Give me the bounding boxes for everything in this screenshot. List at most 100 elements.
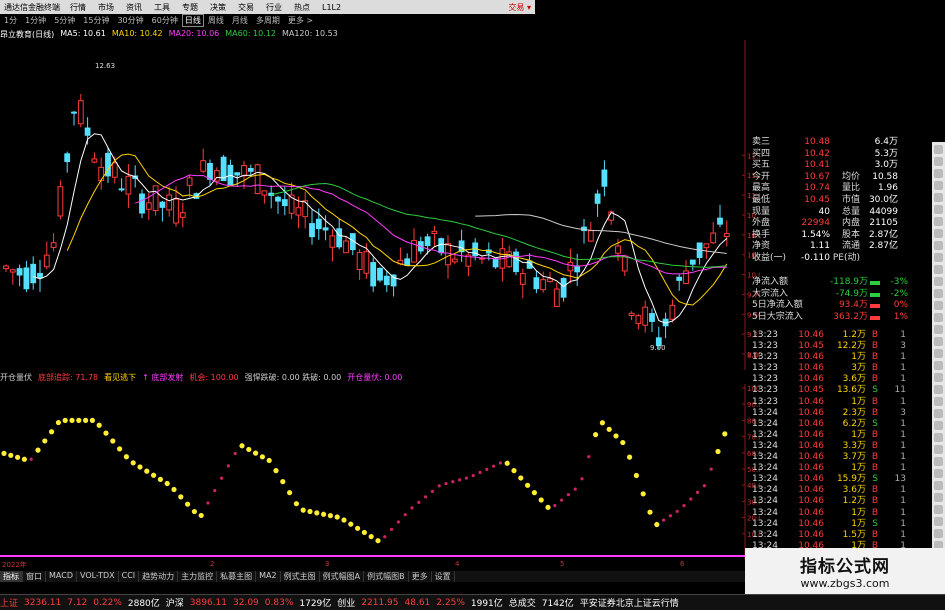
chuangye-label[interactable]: 创业 [337,596,355,609]
quote-row: 最低 10.45 市值 30.0亿 [752,195,932,207]
tab-4[interactable]: VOL-TDX [77,571,119,582]
sidebar-tool-icon[interactable] [934,277,943,286]
menu-item-1[interactable]: 行情 [64,2,92,13]
quote-value: 10.45 [804,194,830,205]
shanghai-label[interactable]: 上证 [0,596,18,609]
period-11[interactable]: 更多 > [284,15,317,26]
period-4[interactable]: 15分钟 [79,15,113,26]
sidebar-tool-icon[interactable] [934,169,943,178]
tab-10[interactable]: 例式主图 [281,571,320,582]
indicator-dot [566,492,571,497]
period-7[interactable]: 日线 [181,14,204,27]
menu-item-9[interactable]: 热点 [288,2,316,13]
period-8[interactable]: 周线 [204,15,228,26]
tab-9[interactable]: MA2 [256,571,281,582]
sidebar-tool-icon[interactable] [934,253,943,262]
sidebar-tool-icon[interactable] [934,421,943,430]
sidebar-tool-icon[interactable] [934,529,943,538]
indicator-tabs: 指标 窗口 MACD VOL-TDX CCI 趋势动力 主力监控 私募主图 MA2 例式主图 例式幅… [0,571,745,582]
sidebar-tool-icon[interactable] [934,217,943,226]
trade-count: 13 [894,474,906,485]
indicator-dot [410,506,414,510]
sidebar-tool-icon[interactable] [934,505,943,514]
trade-time: 13:24 [752,463,778,474]
tab-1[interactable]: 指标 [0,571,23,582]
indicator-dot [424,495,428,499]
sidebar-tool-icon[interactable] [934,265,943,274]
menu-item-3[interactable]: 资讯 [120,2,148,13]
tick-trades-panel[interactable]: 13:23 10.46 1.2万 B 1 13:23 10.45 12.2万 B 3 13:23 10… [752,330,930,552]
trade-side: B [871,396,878,407]
candle [513,248,519,276]
period-5[interactable]: 30分钟 [113,15,147,26]
tab-5[interactable]: CCI [119,571,140,582]
tab-14[interactable]: 设置 [432,571,455,582]
sidebar-tool-icon[interactable] [934,397,943,406]
sidebar-tool-icon[interactable] [934,241,943,250]
indicator-dot [451,480,455,484]
sidebar-tool-icon[interactable] [934,409,943,418]
x-label-2: 2 [210,560,215,568]
indicator-dot [327,513,333,519]
tab-8[interactable]: 私募主图 [217,571,257,582]
sidebar-tool-icon[interactable] [934,301,943,310]
trade-time: 13:24 [752,452,778,463]
indicator-dot [437,484,441,488]
period-10[interactable]: 多周期 [252,15,284,26]
tab-11[interactable]: 例式幅图A [320,571,365,582]
tab-3[interactable]: MACD [46,571,77,582]
sidebar-tool-icon[interactable] [934,181,943,190]
flow-bar [870,281,880,285]
indicator-dot [633,472,640,479]
indicator-dot [226,464,230,468]
tab-6[interactable]: 趋势动力 [139,571,179,582]
sidebar-tool-icon[interactable] [934,361,943,370]
sidebar-tool-icon[interactable] [934,193,943,202]
menu-item-7[interactable]: 交易 [232,2,260,13]
sidebar-tool-icon[interactable] [934,373,943,382]
indicator-chart[interactable]: 100.090.0080.0070.0060.0050.0040.0030.00… [0,384,760,560]
menu-item-2[interactable]: 市场 [92,2,120,13]
sidebar-tool-icon[interactable] [934,325,943,334]
sidebar-tool-icon[interactable] [934,481,943,490]
tab-12[interactable]: 例式幅图B [364,571,409,582]
sidebar-tool-icon[interactable] [934,205,943,214]
sidebar-tool-icon[interactable] [934,445,943,454]
sidebar-tool-icon[interactable] [934,457,943,466]
shenzhen-label[interactable]: 沪深 [166,596,184,609]
shanghai-change: 7.12 [67,597,88,608]
period-3[interactable]: 5分钟 [50,15,79,26]
sidebar-tool-icon[interactable] [934,157,943,166]
period-9[interactable]: 月线 [228,15,252,26]
menu-item-10[interactable]: L1L2 [316,3,347,12]
quote-row: 买四 10.42 5.3万 [752,149,932,161]
trade-button[interactable]: 交易 ▾ [508,2,535,13]
menu-item-8[interactable]: 行业 [260,2,288,13]
trade-count: 1 [900,518,906,529]
period-1[interactable]: 1分 [0,15,21,26]
menu-item-4[interactable]: 工具 [148,2,176,13]
period-6[interactable]: 60分钟 [148,15,182,26]
tab-2[interactable]: 窗口 [23,571,46,582]
sidebar-tool-icon[interactable] [934,493,943,502]
sidebar-tool-icon[interactable] [934,433,943,442]
quote-value: 22994 [801,218,830,229]
candlestick-chart[interactable]: 11.5011.2511.0010.7510.5010.2510.009.759… [0,40,760,370]
trade-count: 1 [900,352,906,363]
sidebar-tool-icon[interactable] [934,145,943,154]
menu-item-6[interactable]: 决策 [204,2,232,13]
trade-volume: 1万 [851,507,866,518]
sidebar-tool-icon[interactable] [934,469,943,478]
sidebar-tool-icon[interactable] [934,229,943,238]
sidebar-tool-icon[interactable] [934,337,943,346]
tab-13[interactable]: 更多 [409,571,432,582]
sidebar-tool-icon[interactable] [934,385,943,394]
sidebar-tool-icon[interactable] [934,349,943,358]
period-2[interactable]: 1分钟 [21,15,50,26]
sidebar-tool-icon[interactable] [934,313,943,322]
sidebar-tool-icon[interactable] [934,289,943,298]
sidebar-tool-icon[interactable] [934,517,943,526]
indicator-dot [198,512,204,519]
menu-item-5[interactable]: 专题 [176,2,204,13]
tab-7[interactable]: 主力监控 [178,571,218,582]
